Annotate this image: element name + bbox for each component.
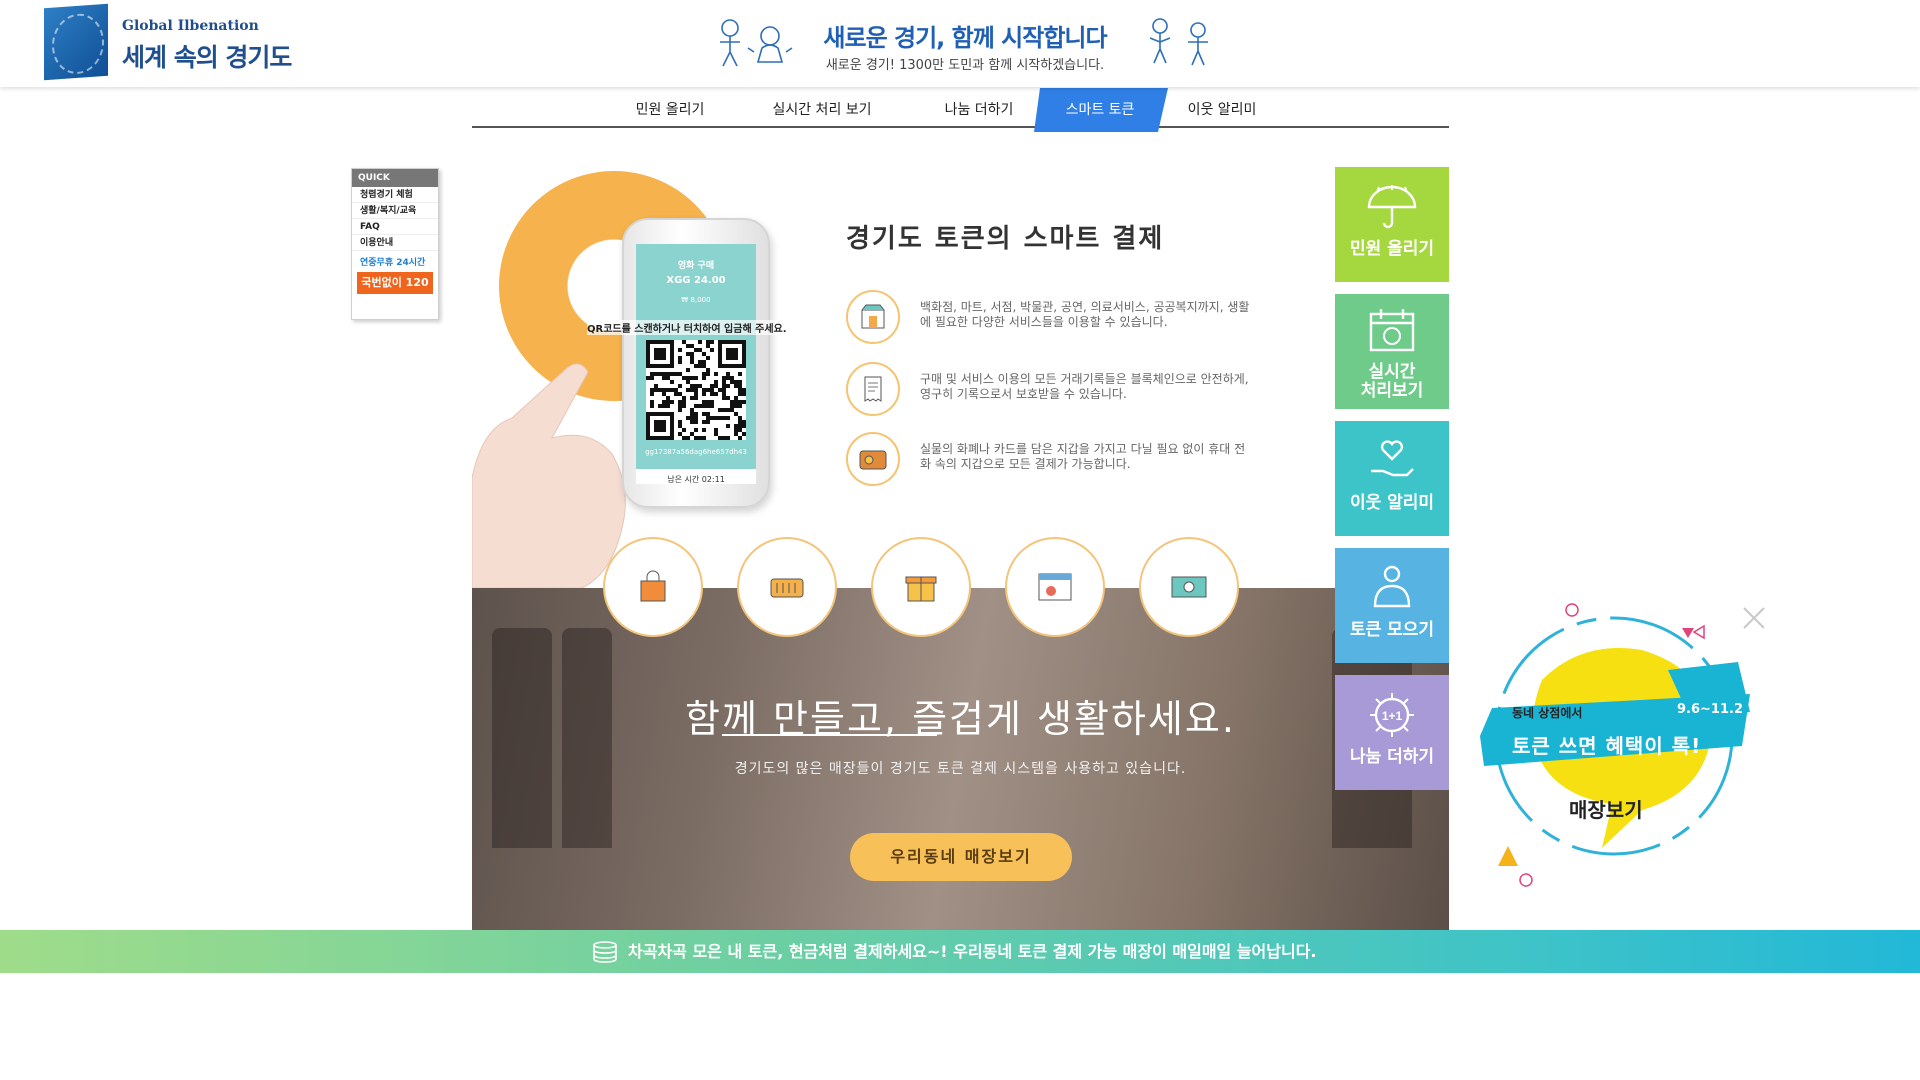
promo-store-button[interactable]: 매장보기 [1569, 794, 1643, 823]
calendar-icon [1369, 309, 1415, 352]
nav-item-neighbor[interactable]: 이웃 알리미 [1172, 88, 1272, 126]
wallet-hash: gg17387a56dag6he657dh43 [645, 448, 747, 456]
svg-text:1+1: 1+1 [1382, 709, 1403, 723]
feature-item: 실물의 화폐나 카드를 담은 지갑을 가지고 다닐 필요 없이 휴대 전화 속의… [846, 432, 1266, 488]
coin-bag-icon [1373, 565, 1411, 608]
photo-subtitle: 경기도의 많은 매장들이 경기도 토큰 결제 시스템을 사용하고 있습니다. [734, 761, 1187, 777]
quick-item-faq[interactable]: FAQ [352, 219, 438, 235]
qr-code[interactable] [646, 340, 746, 440]
phone-mockup: 영화 구매 XGG 24.00 ₩ 8,000 gg17387a56dag6he… [622, 218, 770, 508]
umbrella-icon [1367, 185, 1417, 229]
tile-collect-token[interactable]: 토큰 모으기 [1335, 548, 1449, 663]
logo-title: 세계 속의 경기도 [122, 43, 292, 72]
nav-item-complaint[interactable]: 민원 올리기 [620, 88, 720, 126]
tile-label: 나눔 더하기 [1349, 747, 1435, 767]
feature-item: 백화점, 마트, 서점, 박물관, 공연, 의료서비스, 공공복지까지, 생활에… [846, 290, 1266, 346]
time-remaining: 남은 시간 02:11 [667, 475, 725, 484]
tile-label: 실시간 [1368, 362, 1416, 382]
shop-icon [846, 290, 900, 344]
store-photo-banner: 함께 만들고, 즐겁게 생활하세요. 경기도의 많은 매장들이 경기도 토큰 결… [472, 588, 1449, 930]
quick-menu: QUICK 청렴경기 체험 생활/복지/교육 FAQ 이용안내 연중무휴 24시… [351, 168, 439, 320]
phone-screen: 영화 구매 XGG 24.00 ₩ 8,000 gg17387a56dag6he… [636, 244, 756, 484]
promo-headline: 토큰 쓰면 혜택이 톡! [1512, 734, 1702, 758]
tile-realtime[interactable]: 실시간 처리보기 [1335, 294, 1449, 409]
feature-text: 실물의 화폐나 카드를 담은 지갑을 가지고 다닐 필요 없이 휴대 전화 속의… [920, 442, 1246, 471]
section-title: 경기도 토큰의 스마트 결제 [846, 224, 1165, 254]
receipt-icon [846, 362, 900, 416]
qr-instruction: QR코드를 스캔하거나 터치하여 입금해 주세요. [587, 320, 787, 335]
quick-item-guide[interactable]: 이용안내 [352, 235, 438, 251]
nav-item-sharing[interactable]: 나눔 더하기 [934, 88, 1024, 126]
header-banner: 새로운 경기, 함께 시작합니다 새로운 경기! 1300만 도민과 함께 시작… [710, 10, 1220, 80]
culture-icon[interactable] [1005, 537, 1105, 637]
payment-price: ₩ 8,000 [681, 296, 711, 304]
tile-label: 처리보기 [1360, 381, 1424, 401]
quick-menu-title: QUICK [352, 169, 438, 187]
site-logo[interactable]: Global Ilbenation 세계 속의 경기도 [44, 3, 344, 81]
wallet-icon [846, 432, 900, 486]
bottom-notice-text: 차곡차곡 모은 내 토큰, 현금처럼 결제하세요~! 우리동네 토큰 결제 가능… [628, 942, 1317, 961]
close-icon[interactable] [1742, 604, 1768, 630]
feature-text: 백화점, 마트, 서점, 박물관, 공연, 의료서비스, 공공복지까지, 생활에… [920, 300, 1250, 329]
quick-hotline-label: 연중무휴 24시간 [360, 258, 426, 268]
logo-emblem-icon [44, 3, 108, 81]
tile-label: 이웃 알리미 [1349, 493, 1435, 513]
kids-doodle-right-icon [1149, 18, 1208, 66]
qr-code-icon [646, 340, 746, 440]
tile-label: 민원 올리기 [1349, 239, 1435, 259]
nav-item-realtime[interactable]: 실시간 처리 보기 [754, 88, 890, 126]
site-header: Global Ilbenation 세계 속의 경기도 새로운 경기, 함께 시… [0, 0, 1920, 87]
promo-popup[interactable]: 동네 상점에서 9.6~11.2 토큰 쓰면 혜택이 톡! 매장보기 [1472, 590, 1772, 890]
payment-header: 영화 구매 [677, 261, 715, 271]
cash-icon[interactable] [1139, 537, 1239, 637]
feature-text: 구매 및 서비스 이용의 모든 거래기록들은 블록체인으로 안전하게, 영구히 … [920, 372, 1249, 401]
smart-token-section: 영화 구매 XGG 24.00 ₩ 8,000 gg17387a56dag6he… [472, 168, 1449, 930]
payment-amount: XGG 24.00 [666, 275, 726, 286]
photo-title: 함께 만들고, 즐겁게 생활하세요. [685, 697, 1236, 741]
bottom-notice-bar: 차곡차곡 모은 내 토큰, 현금처럼 결제하세요~! 우리동네 토큰 결제 가능… [0, 930, 1920, 973]
quick-hotline-button[interactable]: 국번없이 120 [357, 272, 433, 294]
quick-item-integrity[interactable]: 청렴경기 체험 [352, 187, 438, 203]
tile-complaint[interactable]: 민원 올리기 [1335, 167, 1449, 282]
heart-hand-icon [1371, 440, 1414, 477]
promo-label: 동네 상점에서 [1512, 706, 1583, 720]
gift-icon[interactable] [871, 537, 971, 637]
nav-item-smart-token[interactable]: 스마트 토큰 [1044, 88, 1156, 126]
view-stores-button[interactable]: 우리동네 매장보기 [850, 833, 1072, 881]
logo-subtitle: Global Ilbenation [122, 18, 259, 34]
main-nav: 민원 올리기 실시간 처리 보기 나눔 더하기 스마트 토큰 이웃 알리미 [472, 88, 1449, 128]
promo-dates: 9.6~11.2 [1677, 702, 1743, 717]
market-basket-icon[interactable] [737, 537, 837, 637]
shopping-bag-icon[interactable] [603, 537, 703, 637]
title-underline [722, 734, 937, 736]
tile-label: 토큰 모으기 [1349, 620, 1435, 640]
plus-one-icon: 1+1 [1370, 693, 1414, 737]
tile-sharing[interactable]: 1+1 나눔 더하기 [1335, 675, 1449, 790]
tile-neighbor[interactable]: 이웃 알리미 [1335, 421, 1449, 536]
feature-item: 구매 및 서비스 이용의 모든 거래기록들은 블록체인으로 안전하게, 영구히 … [846, 362, 1266, 418]
coin-stack-icon [593, 941, 617, 963]
quick-item-life[interactable]: 생활/복지/교육 [352, 203, 438, 219]
